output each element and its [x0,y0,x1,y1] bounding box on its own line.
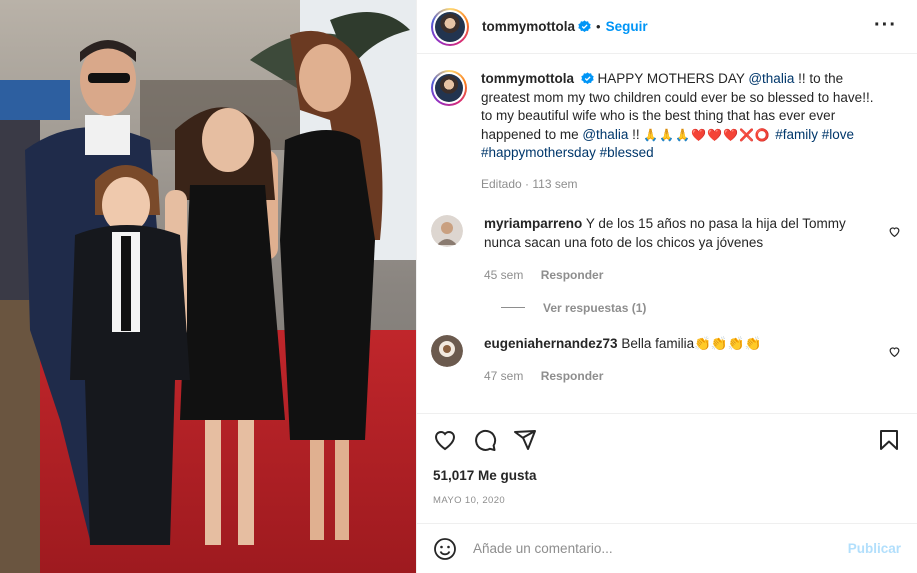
caption-emojis: 🙏🙏🙏❤️❤️❤️❌⭕ [643,127,776,142]
verified-badge-icon [578,20,591,33]
comment-meta: 45 sem Responder [484,266,881,285]
comments-section[interactable]: tommymottola HAPPY MOTHERS DAY @thalia !… [417,54,917,413]
caption-text-1: HAPPY MOTHERS DAY [597,71,749,86]
bookmark-save-icon[interactable] [877,428,901,452]
hashtag-blessed[interactable]: #blessed [600,145,654,160]
instagram-post-modal: tommymottola • Seguir ··· tommymottola H… [0,0,917,573]
like-comment-heart-icon[interactable] [888,345,901,358]
verified-badge-icon [581,72,594,85]
follow-button[interactable]: Seguir [606,19,648,34]
more-options-icon[interactable]: ··· [874,15,897,35]
post-header: tommymottola • Seguir ··· [417,0,917,54]
post-date: MAYO 10, 2020 [433,495,506,506]
comment-text: Bella familia👏👏👏👏 [621,335,762,351]
mention-thalia-2[interactable]: @thalia [582,127,628,142]
commenter-avatar[interactable] [431,334,463,367]
like-comment-heart-icon[interactable] [888,225,901,238]
comment-input[interactable] [473,541,848,556]
divider-line [501,307,525,308]
mention-thalia[interactable]: @thalia [748,71,794,86]
comment-username[interactable]: eugeniahernandez73 [484,336,618,351]
post-caption: tommymottola HAPPY MOTHERS DAY @thalia !… [431,70,901,193]
comment-item: eugeniahernandez73 Bella familia👏👏👏👏 47 … [431,334,901,386]
comment-body: eugeniahernandez73 Bella familia👏👏👏👏 47 … [484,335,781,386]
author-avatar[interactable] [431,7,469,46]
comment-bubble-icon[interactable] [473,428,497,452]
hashtag-happymothersday[interactable]: #happymothersday [481,145,596,160]
caption-text-block: tommymottola HAPPY MOTHERS DAY @thalia !… [481,70,901,193]
post-actions-bar [417,413,917,466]
view-replies-button[interactable]: Ver respuestas (1) [501,301,901,315]
family-photo-illustration [0,0,416,573]
caption-meta: Editado · 113 sem [481,176,578,191]
comment-body: myriamparreno Y de los 15 años no pasa l… [484,215,901,285]
add-comment-bar: Publicar [417,523,917,573]
comment-meta: 47 sem Responder [484,367,761,386]
commenter-avatar[interactable] [431,215,463,247]
like-heart-icon[interactable] [433,428,457,452]
caption-text-3: !! [628,126,644,142]
emoji-picker-icon[interactable] [433,537,457,561]
caption-author-avatar[interactable] [431,70,467,106]
caption-username[interactable]: tommymottola [481,71,574,86]
comment-age: 47 sem [484,369,524,383]
comment-username[interactable]: myriamparreno [484,216,582,231]
comment-item: myriamparreno Y de los 15 años no pasa l… [431,215,901,285]
hashtag-family[interactable]: #family [775,127,818,142]
reply-button[interactable]: Responder [541,268,604,282]
separator-dot: • [596,19,601,34]
post-photo[interactable] [0,0,416,573]
like-count[interactable]: 51,017 Me gusta [433,468,537,483]
reply-button[interactable]: Responder [541,369,604,383]
comment-age: 45 sem [484,268,524,282]
post-details-panel: tommymottola • Seguir ··· tommymottola H… [416,0,917,573]
author-username[interactable]: tommymottola [482,19,575,34]
publish-button[interactable]: Publicar [848,541,901,556]
view-replies-label[interactable]: Ver respuestas (1) [543,301,646,315]
share-send-icon[interactable] [513,428,537,452]
hashtag-love[interactable]: #love [822,127,854,142]
